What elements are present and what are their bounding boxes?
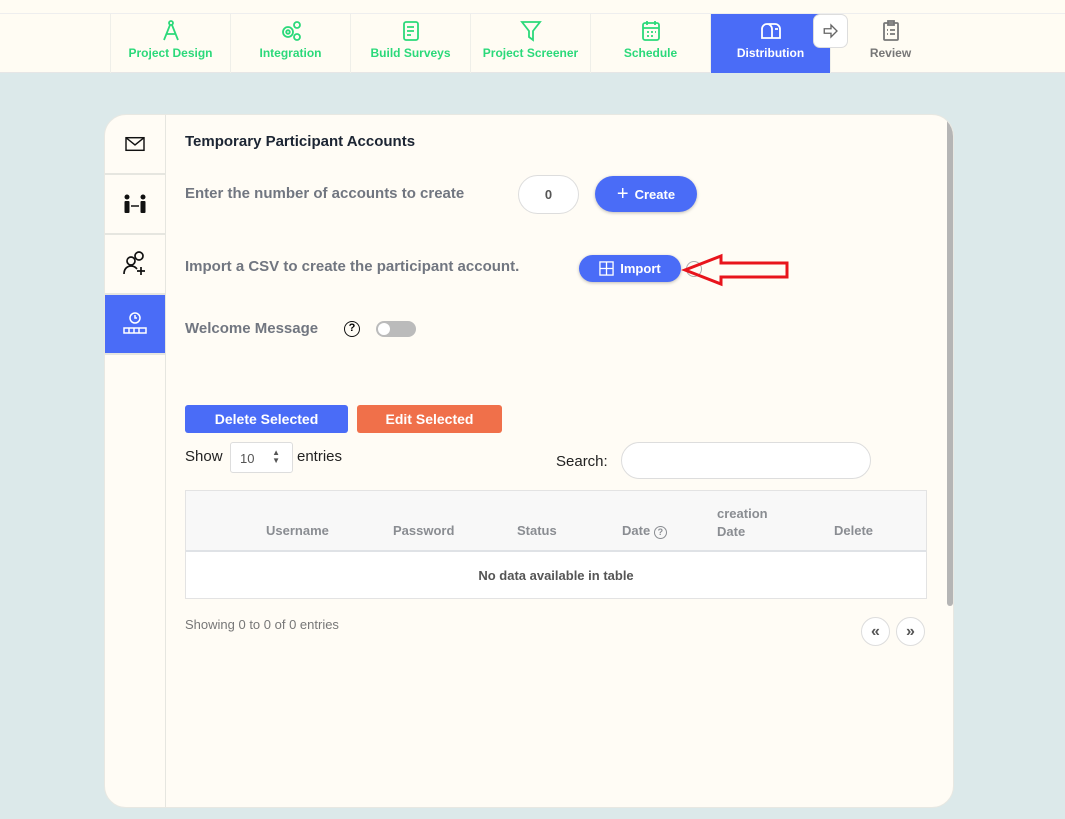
column-username[interactable]: Username xyxy=(266,523,329,538)
entries-label: entries xyxy=(297,448,343,465)
column-creation-date[interactable]: creation Date xyxy=(717,505,787,541)
column-status[interactable]: Status xyxy=(517,523,557,538)
delete-selected-button[interactable]: Delete Selected xyxy=(185,405,348,433)
sidebar-item-temporary-accounts[interactable] xyxy=(105,295,165,355)
calendar-icon xyxy=(641,21,660,41)
filter-icon xyxy=(519,21,542,42)
scrollbar[interactable] xyxy=(947,116,953,606)
tab-distribution[interactable]: Distribution xyxy=(710,14,830,73)
help-icon: ? xyxy=(653,526,667,539)
previous-page-button[interactable]: « xyxy=(861,617,890,646)
next-step-button[interactable] xyxy=(813,14,848,48)
empty-table-message: No data available in table xyxy=(478,568,634,583)
people-exchange-icon xyxy=(124,194,146,213)
sidebar-item-email[interactable] xyxy=(105,115,165,175)
add-user-icon xyxy=(123,251,145,275)
sidebar-item-add-users[interactable] xyxy=(105,235,165,295)
compass-icon xyxy=(162,20,179,41)
import-label: Import a CSV to create the participant a… xyxy=(185,258,520,275)
import-button[interactable]: Import xyxy=(579,255,681,282)
table-header: Username Password Status Date ? creation… xyxy=(186,491,926,552)
help-icon[interactable]: ? xyxy=(344,321,360,337)
arrow-right-icon xyxy=(823,23,838,39)
column-delete[interactable]: Delete xyxy=(834,523,873,538)
accounts-table: Username Password Status Date ? creation… xyxy=(185,490,927,599)
timed-participant-icon xyxy=(123,312,147,334)
project-nav: Project Design Integration Build Surveys… xyxy=(0,14,1065,73)
welcome-message-label: Welcome Message xyxy=(185,320,319,337)
column-date[interactable]: Date ? xyxy=(622,523,667,539)
plus-icon: + xyxy=(616,183,629,205)
welcome-message-toggle[interactable] xyxy=(376,321,416,337)
tab-schedule[interactable]: Schedule xyxy=(590,14,710,73)
sidebar xyxy=(105,115,166,807)
table-info: Showing 0 to 0 of 0 entries xyxy=(185,617,339,632)
search-input[interactable] xyxy=(621,442,871,479)
grid-icon xyxy=(599,261,614,276)
gears-icon xyxy=(281,21,301,41)
document-icon xyxy=(402,21,419,41)
tab-integration[interactable]: Integration xyxy=(230,14,350,73)
page-title: Temporary Participant Accounts xyxy=(185,133,416,150)
next-page-button[interactable]: » xyxy=(896,617,925,646)
clipboard-icon xyxy=(882,20,899,41)
distribution-panel: Temporary Participant Accounts Enter the… xyxy=(104,114,954,808)
account-count-input[interactable]: 0 xyxy=(518,175,579,214)
tab-review[interactable]: Review xyxy=(830,14,950,73)
tab-project-design[interactable]: Project Design xyxy=(110,14,230,73)
tab-project-screener[interactable]: Project Screener xyxy=(470,14,590,73)
envelope-icon xyxy=(125,136,145,152)
entries-select[interactable]: 10 ▲ ▼ xyxy=(230,442,293,473)
sidebar-item-participants[interactable] xyxy=(105,175,165,235)
tab-build-surveys[interactable]: Build Surveys xyxy=(350,14,470,73)
create-button[interactable]: + Create xyxy=(595,176,697,212)
column-password[interactable]: Password xyxy=(393,523,454,538)
mailbox-icon xyxy=(760,23,781,39)
annotation-arrow-icon xyxy=(681,253,789,287)
create-count-label: Enter the number of accounts to create xyxy=(185,185,465,202)
search-label: Search: xyxy=(556,453,608,470)
top-strip xyxy=(0,0,1065,14)
show-label: Show xyxy=(185,448,223,465)
sort-arrows-icon: ▲ ▼ xyxy=(272,448,280,465)
edit-selected-button[interactable]: Edit Selected xyxy=(357,405,502,433)
